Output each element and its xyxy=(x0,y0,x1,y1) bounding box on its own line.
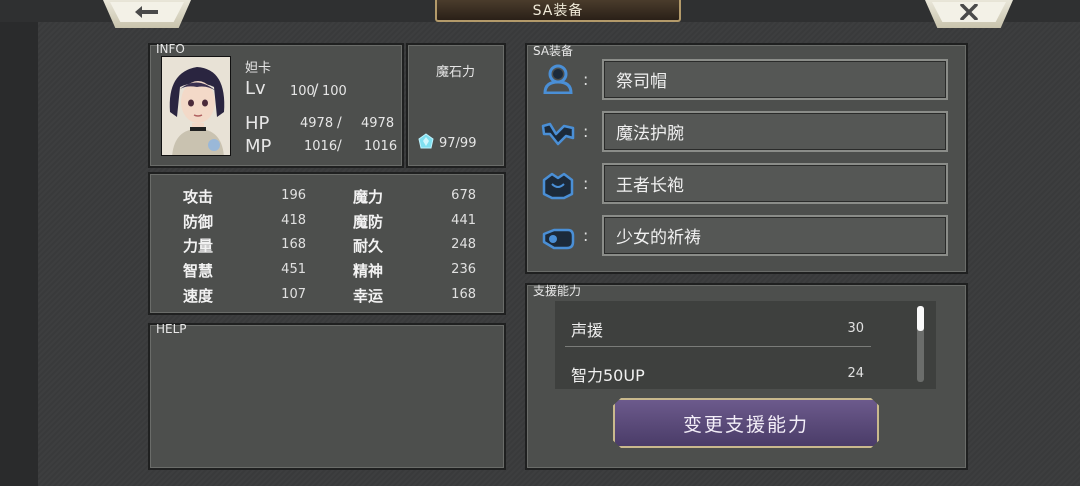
stat-value: 196 xyxy=(281,188,306,203)
stat-value: 451 xyxy=(281,262,306,277)
stat-value: 678 xyxy=(451,188,476,203)
equip-slot-arm-item: 魔法护腕 xyxy=(616,124,684,144)
arm-icon xyxy=(541,122,575,146)
stat-value: 107 xyxy=(281,287,306,302)
slot-colon: : xyxy=(583,174,589,193)
back-button[interactable] xyxy=(103,0,191,28)
change-support-ability-button[interactable]: 变更支援能力 xyxy=(613,398,879,448)
equip-slot-body[interactable]: 王者长袍 xyxy=(602,163,948,204)
magicite-value: 97/99 xyxy=(439,136,477,151)
stat-value: 236 xyxy=(451,262,476,277)
stat-label: 防御 xyxy=(183,213,214,231)
stat-label: 幸运 xyxy=(353,287,384,305)
character-name: 妲卡 xyxy=(245,61,272,76)
accessory-icon xyxy=(542,228,575,250)
stat-label: 魔防 xyxy=(353,213,384,231)
slot-colon: : xyxy=(583,70,589,89)
support-ability-name: 智力50UP xyxy=(571,366,645,385)
change-support-ability-label: 变更支援能力 xyxy=(682,413,809,436)
equip-slot-accessory-item: 少女的祈祷 xyxy=(616,228,701,248)
stat-label: 精神 xyxy=(353,262,384,280)
stat-value: 418 xyxy=(281,213,306,228)
stat-label: 力量 xyxy=(183,237,214,255)
mp-label: MP xyxy=(245,136,272,157)
list-divider xyxy=(565,346,871,347)
equip-slot-accessory[interactable]: 少女的祈祷 xyxy=(602,215,948,256)
screen-title: SA装备 xyxy=(435,0,681,22)
slot-colon: : xyxy=(583,226,589,245)
stat-value: 248 xyxy=(451,237,476,252)
level-separator: / xyxy=(313,80,319,99)
crystal-icon xyxy=(418,133,434,149)
stat-label: 魔力 xyxy=(353,188,384,206)
mp-max: 1016 xyxy=(364,139,398,154)
head-icon xyxy=(543,64,573,94)
slot-colon: : xyxy=(583,122,589,141)
close-icon xyxy=(960,4,978,20)
hp-label: HP xyxy=(245,113,270,134)
stat-value: 441 xyxy=(451,213,476,228)
screen-title-text: SA装备 xyxy=(532,3,584,19)
body-icon xyxy=(542,172,574,200)
back-arrow-icon xyxy=(135,6,158,18)
hp-max: 4978 xyxy=(361,116,395,131)
support-ability-cost: 30 xyxy=(847,321,864,336)
stat-label: 速度 xyxy=(183,287,214,305)
stat-label: 耐久 xyxy=(353,237,384,255)
support-section-label: 支援能力 xyxy=(533,284,582,298)
stat-label: 智慧 xyxy=(183,262,214,280)
equip-slot-head-item: 祭司帽 xyxy=(616,72,667,92)
character-portrait xyxy=(161,56,231,156)
hp-separator: / xyxy=(337,115,342,131)
hp-current: 4978 xyxy=(300,116,334,131)
help-panel: HELP xyxy=(148,322,506,470)
level-label: Lv xyxy=(245,78,266,99)
mp-current: 1016 xyxy=(304,139,338,154)
stat-value: 168 xyxy=(281,237,306,252)
level-max: 100 xyxy=(322,84,347,99)
info-section-label: INFO xyxy=(156,42,185,56)
equip-slot-body-item: 王者长袍 xyxy=(616,176,684,196)
stat-label: 攻击 xyxy=(183,188,214,206)
equip-slot-arm[interactable]: 魔法护腕 xyxy=(602,111,948,152)
support-ability-cost: 24 xyxy=(847,366,864,381)
magicite-label: 魔石力 xyxy=(436,65,476,80)
support-ability-name: 声援 xyxy=(571,321,604,340)
stat-value: 168 xyxy=(451,287,476,302)
close-button[interactable] xyxy=(925,0,1013,28)
level-current: 100 xyxy=(290,84,315,99)
help-section-label: HELP xyxy=(156,322,187,336)
equip-slot-head[interactable]: 祭司帽 xyxy=(602,59,948,100)
scrollbar-thumb[interactable] xyxy=(917,306,924,331)
mp-separator: / xyxy=(337,138,342,154)
support-ability-item[interactable]: 智力50UP 24 xyxy=(571,362,864,402)
sa-equip-section-label: SA装备 xyxy=(533,44,574,58)
support-ability-item[interactable]: 声援 30 xyxy=(571,317,864,357)
